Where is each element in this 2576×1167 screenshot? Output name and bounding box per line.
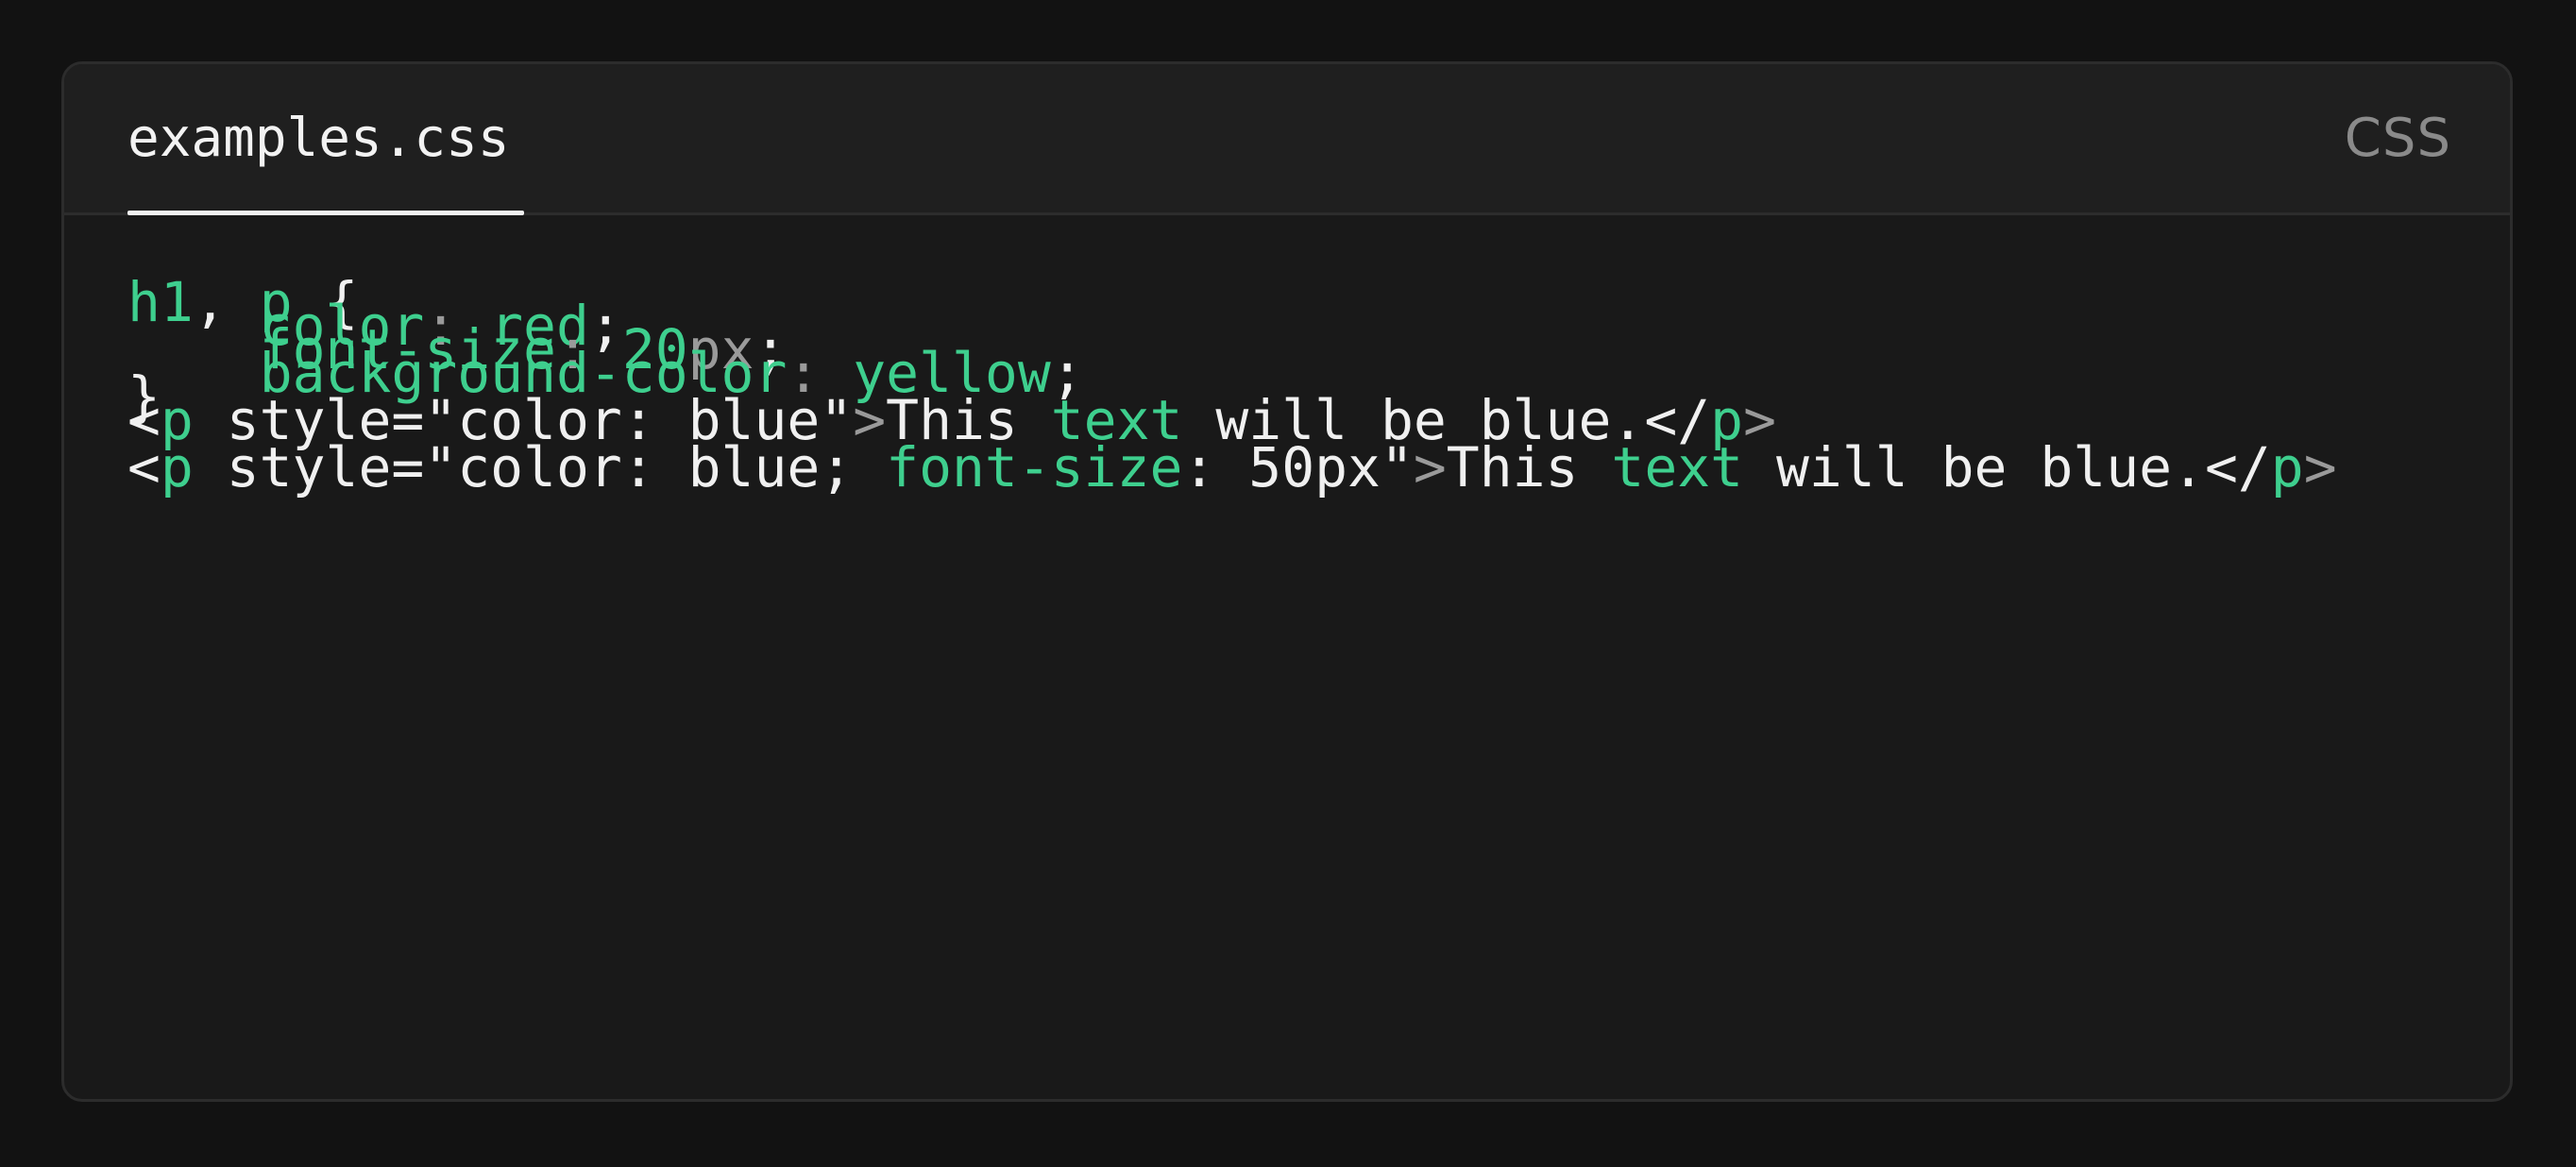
file-tab-label: examples.css [127,108,510,169]
angle-close-token: > [1413,435,1447,499]
code-card: examples.css CSS h1, p { color: red; fon… [61,61,2513,1102]
text-token: will be blue.</ [1743,435,2271,499]
angle-open-token: < [127,435,161,499]
tag-token: p [2270,435,2304,499]
attribute-token: style="color: blue; [193,435,887,499]
tag-token: p [160,435,194,499]
keyword-token: text [1611,435,1744,499]
attribute-token: : 50px" [1182,435,1414,499]
text-token: This [1446,435,1612,499]
language-label: CSS [2344,108,2451,169]
code-line-8: <p style="color: blue; font-size: 50px">… [127,425,2472,510]
code-block: h1, p { color: red; font-size: 20px; bac… [127,270,2472,510]
keyword-token: font-size [886,435,1183,499]
angle-close-token: > [2303,435,2337,499]
active-tab-indicator [127,211,524,215]
code-card-header: examples.css CSS [64,64,2510,215]
